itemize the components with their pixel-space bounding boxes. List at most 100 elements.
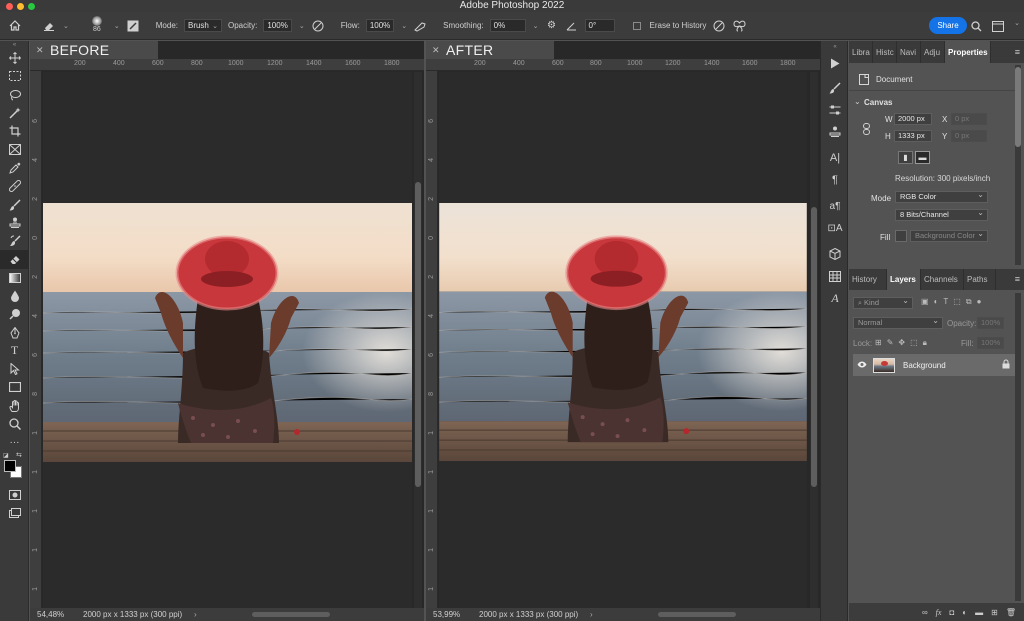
eraser-tool-preset-icon[interactable] [42, 19, 56, 33]
angle-field[interactable]: 0° [584, 19, 615, 32]
tab-history-short[interactable]: Histc [873, 41, 897, 63]
clone-source-icon[interactable] [821, 121, 849, 143]
frame-tool-icon[interactable] [0, 140, 29, 158]
move-tool-icon[interactable] [0, 49, 29, 67]
screen-mode-icon[interactable] [0, 504, 29, 522]
document-tab-before[interactable]: ✕ BEFORE [30, 41, 158, 59]
quick-mask-icon[interactable] [0, 486, 29, 504]
bit-depth-select[interactable]: 8 Bits/Channel [895, 208, 988, 221]
layer-opacity-field[interactable]: 100% [977, 317, 1004, 329]
filter-smart-object-icon[interactable]: ⧉ [966, 297, 972, 307]
flow-field[interactable]: 100% [365, 19, 395, 32]
blend-mode-select[interactable]: Normal [853, 316, 943, 329]
lasso-tool-icon[interactable] [0, 86, 29, 104]
new-group-icon[interactable]: ▬ [975, 608, 983, 617]
glyphs-panel-icon[interactable]: a¶ [821, 195, 849, 217]
layers-scrollbar[interactable] [1015, 293, 1021, 601]
zoom-tool-icon[interactable] [0, 415, 29, 433]
lock-position-icon[interactable]: ✥ [898, 338, 905, 348]
link-dimensions-icon[interactable] [863, 123, 870, 137]
filter-type-icon[interactable]: T [943, 297, 948, 307]
document-canvas[interactable] [439, 72, 807, 608]
document-canvas[interactable] [43, 72, 412, 608]
dodge-tool-icon[interactable] [0, 305, 29, 323]
symmetry-butterfly-icon[interactable] [732, 19, 746, 33]
gradient-tool-icon[interactable] [0, 269, 29, 287]
brush-settings-icon[interactable] [126, 19, 140, 33]
brush-size-picker[interactable]: 86 [87, 15, 107, 37]
delete-layer-icon[interactable]: 🗑︎ [1006, 608, 1016, 617]
default-colors-icon[interactable]: ◪ [3, 452, 9, 459]
actions-play-icon[interactable] [821, 53, 849, 73]
smoothing-chevron-icon[interactable]: ⌄ [533, 22, 539, 30]
layer-visibility-eye-icon[interactable] [857, 360, 867, 370]
minimize-window-button[interactable] [17, 3, 24, 10]
close-document-icon[interactable]: ✕ [36, 41, 44, 59]
object-selection-tool-icon[interactable] [0, 104, 29, 122]
paragraph-panel-icon[interactable]: ¶ [821, 169, 849, 191]
pen-tool-icon[interactable] [0, 323, 29, 341]
character-panel-icon[interactable]: A| [821, 147, 849, 169]
history-brush-tool-icon[interactable] [0, 232, 29, 250]
airbrush-icon[interactable] [413, 19, 427, 33]
vertical-scrollbar[interactable] [414, 72, 422, 608]
filter-pixel-icon[interactable]: ▣ [921, 297, 929, 307]
new-adjustment-layer-icon[interactable]: ◐ [962, 608, 967, 617]
tab-history[interactable]: History [849, 269, 887, 290]
canvas-width-field[interactable]: 2000 px [894, 113, 932, 125]
properties-scrollbar[interactable] [1015, 65, 1021, 265]
fill-select[interactable]: Background Color [910, 229, 988, 242]
add-mask-icon[interactable]: ◘ [949, 608, 954, 617]
close-window-button[interactable] [6, 3, 13, 10]
share-button[interactable]: Share [929, 17, 967, 34]
brush-settings-panel-icon[interactable] [821, 77, 849, 99]
timeline-panel-icon[interactable] [821, 265, 849, 287]
landscape-orientation-icon[interactable]: ▬ [915, 151, 930, 164]
flow-chevron-icon[interactable]: ⌄ [401, 22, 407, 30]
strip-collapse-icon[interactable]: « [821, 41, 849, 53]
tab-adjustments[interactable]: Adju [921, 41, 945, 63]
brush-tool-icon[interactable] [0, 195, 29, 213]
pressure-size-icon[interactable] [712, 19, 726, 33]
swap-colors-icon[interactable]: ⇆ [16, 451, 22, 459]
horizontal-scroll-thumb[interactable] [658, 612, 736, 617]
new-layer-icon[interactable]: ⊞ [991, 608, 998, 617]
filter-adjustment-icon[interactable]: ◐ [934, 297, 939, 307]
tab-layers[interactable]: Layers [887, 269, 921, 290]
canvas-y-field[interactable]: 0 px [951, 130, 987, 142]
portrait-orientation-icon[interactable]: ▮ [898, 151, 913, 164]
path-selection-tool-icon[interactable] [0, 360, 29, 378]
properties-scroll-thumb[interactable] [1015, 67, 1021, 147]
healing-brush-tool-icon[interactable] [0, 177, 29, 195]
eyedropper-tool-icon[interactable] [0, 159, 29, 177]
libraries-type-icon[interactable]: A [821, 287, 849, 309]
vertical-scroll-thumb[interactable] [415, 182, 421, 487]
character-styles-icon[interactable]: ⊡A [821, 217, 849, 239]
opacity-chevron-icon[interactable]: ⌄ [299, 22, 305, 30]
search-icon[interactable] [969, 19, 983, 33]
layer-fill-field[interactable]: 100% [977, 337, 1004, 349]
tab-navigator[interactable]: Navi [897, 41, 921, 63]
adjustments-sliders-icon[interactable] [821, 99, 849, 121]
filter-shape-icon[interactable]: ⬚ [953, 297, 961, 307]
horizontal-scroll-thumb[interactable] [252, 612, 330, 617]
crop-tool-icon[interactable] [0, 122, 29, 140]
smoothing-settings-gear-icon[interactable]: ⚙ [545, 19, 559, 33]
vertical-scrollbar[interactable] [810, 72, 818, 608]
type-tool-icon[interactable]: T [0, 342, 29, 360]
edit-toolbar-more-icon[interactable]: ··· [0, 433, 29, 451]
pressure-opacity-icon[interactable] [311, 19, 325, 33]
lock-artboard-icon[interactable]: ⬚ [910, 338, 918, 348]
filter-toggle-icon[interactable]: ● [977, 297, 982, 307]
link-layers-icon[interactable]: ∞ [922, 608, 928, 617]
zoom-level[interactable]: 53,99% [433, 608, 460, 621]
mode-select[interactable]: Brush ⌄ [183, 19, 222, 32]
canvas-height-field[interactable]: 1333 px [894, 130, 932, 142]
zoom-window-button[interactable] [28, 3, 35, 10]
workspace-icon[interactable] [991, 19, 1005, 33]
foreground-color-swatch[interactable] [4, 459, 16, 472]
tab-paths[interactable]: Paths [964, 269, 996, 290]
tab-libraries[interactable]: Libra [849, 41, 873, 63]
lock-pixels-icon[interactable]: ✎ [887, 338, 894, 348]
panel-menu-icon[interactable]: ≡ [1015, 47, 1020, 57]
